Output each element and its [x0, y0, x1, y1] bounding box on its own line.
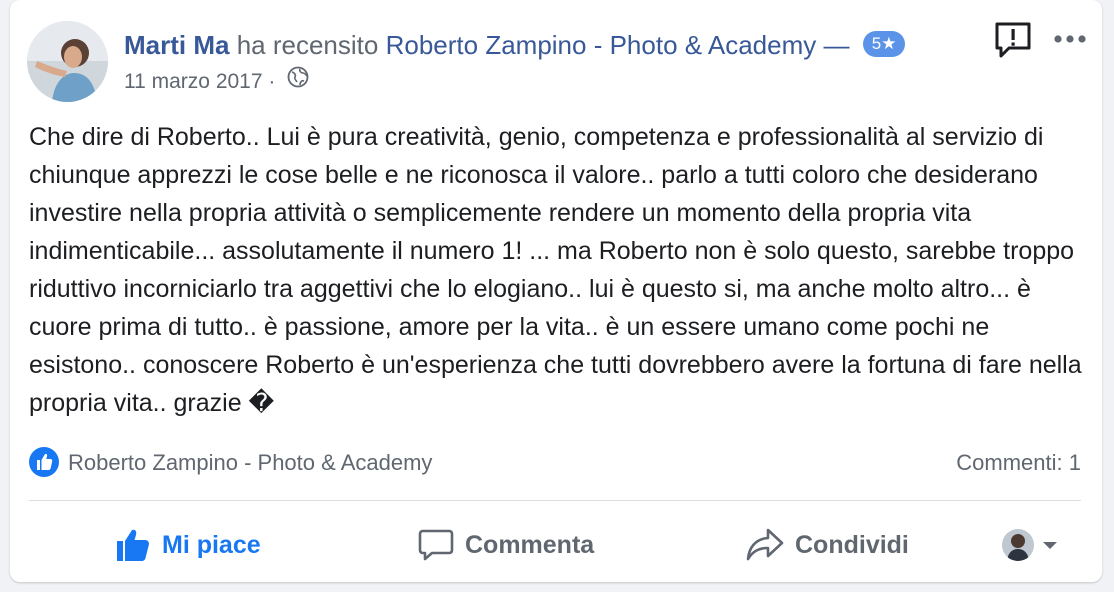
share-button[interactable]: Condividi [745, 520, 909, 570]
comment-button[interactable]: Commenta [417, 520, 594, 570]
review-date[interactable]: 11 marzo 2017 [124, 70, 263, 93]
audience-selector[interactable] [1002, 520, 1060, 570]
comment-label: Commenta [465, 530, 595, 559]
thumbs-up-icon [117, 529, 149, 561]
header-dash: — [823, 30, 850, 60]
divider [29, 500, 1081, 501]
review-card: Marti Ma ha recensito Roberto Zampino - … [10, 0, 1102, 582]
viewer-avatar [1002, 529, 1034, 561]
like-reaction-icon[interactable] [29, 447, 59, 477]
review-text: Che dire di Roberto.. Lui è pura creativ… [29, 123, 1082, 417]
like-label: Mi piace [162, 530, 261, 559]
globe-icon[interactable] [287, 66, 309, 95]
report-icon [995, 22, 1031, 58]
comments-count[interactable]: Commenti: 1 [956, 450, 1081, 476]
author-name[interactable]: Marti Ma [124, 30, 229, 60]
review-verb: ha recensito [236, 30, 379, 60]
share-label: Condividi [795, 530, 909, 559]
rating-value: 5 [871, 34, 882, 54]
review-meta: 11 marzo 2017 · [124, 66, 309, 97]
page-name-link[interactable]: Roberto Zampino - Photo & Academy [386, 30, 817, 60]
more-options-button[interactable] [1050, 24, 1090, 54]
more-icon [1054, 35, 1086, 43]
reactions-bar: Roberto Zampino - Photo & Academy Commen… [29, 445, 1081, 481]
share-icon [746, 528, 784, 561]
like-button[interactable]: Mi piace [114, 520, 261, 570]
report-button[interactable] [993, 20, 1033, 60]
star-icon: ★ [881, 34, 897, 54]
review-header: Marti Ma ha recensito Roberto Zampino - … [124, 29, 906, 61]
author-avatar[interactable] [27, 21, 108, 102]
rating-badge: 5★ [862, 31, 906, 58]
comment-icon [418, 529, 454, 561]
reactor-name[interactable]: Roberto Zampino - Photo & Academy [68, 450, 432, 476]
chevron-down-icon [1043, 542, 1057, 549]
meta-separator: · [268, 70, 276, 94]
